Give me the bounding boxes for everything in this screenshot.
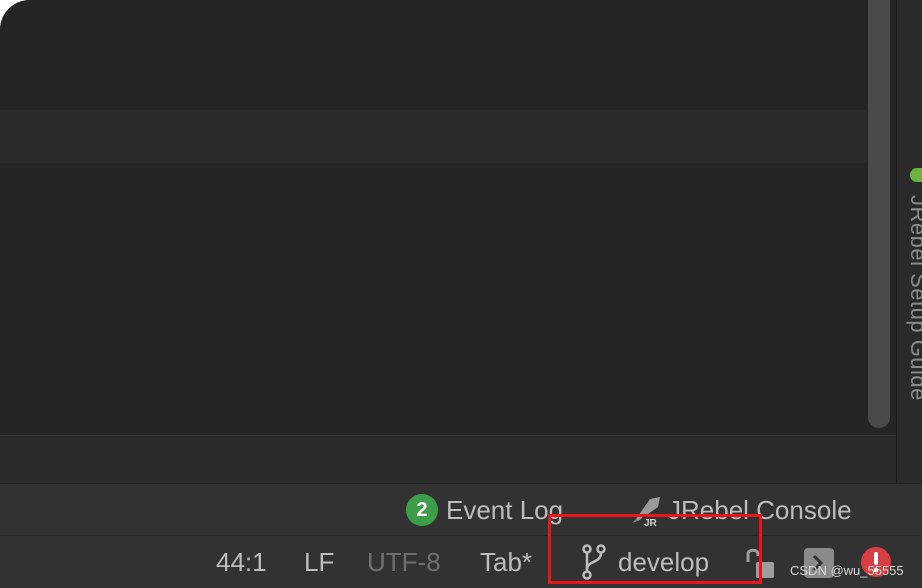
jrebel-setup-guide-tab[interactable]: JRebel Setup Guide [905, 195, 922, 401]
jrebel-console-button[interactable]: JR JRebel Console [630, 484, 852, 536]
git-branch-icon [582, 544, 606, 580]
event-log-count-badge: 2 [406, 494, 438, 526]
editor-scrollbar-thumb[interactable] [868, 0, 890, 428]
jrebel-leaf-icon [910, 168, 922, 182]
line-separator-widget[interactable]: LF [304, 536, 334, 588]
unlocked-padlock-icon[interactable] [744, 546, 776, 580]
svg-text:JR: JR [644, 518, 658, 527]
bottom-panel [0, 435, 896, 483]
editor-area[interactable] [0, 0, 896, 435]
status-bar: 44:1 LF UTF-8 Tab* develop [0, 535, 922, 588]
watermark-text: CSDN @wu_55555 [790, 563, 904, 578]
event-log-button[interactable]: 2 Event Log [406, 484, 563, 536]
current-line-highlight [0, 110, 896, 163]
jrebel-console-label: JRebel Console [668, 494, 852, 525]
git-branch-widget[interactable]: develop [580, 536, 709, 588]
ide-window: JRebel Setup Guide 2 Event Log JR JRebel… [0, 0, 922, 588]
event-log-label: Event Log [446, 494, 564, 525]
indent-widget[interactable]: Tab* [480, 536, 532, 588]
caret-position[interactable]: 44:1 [216, 536, 267, 588]
jrebel-rocket-icon: JR [632, 497, 662, 527]
tool-window-bar: 2 Event Log JR JRebel Console [0, 483, 922, 535]
git-branch-label: develop [618, 546, 710, 577]
file-encoding-widget[interactable]: UTF-8 [367, 536, 441, 588]
